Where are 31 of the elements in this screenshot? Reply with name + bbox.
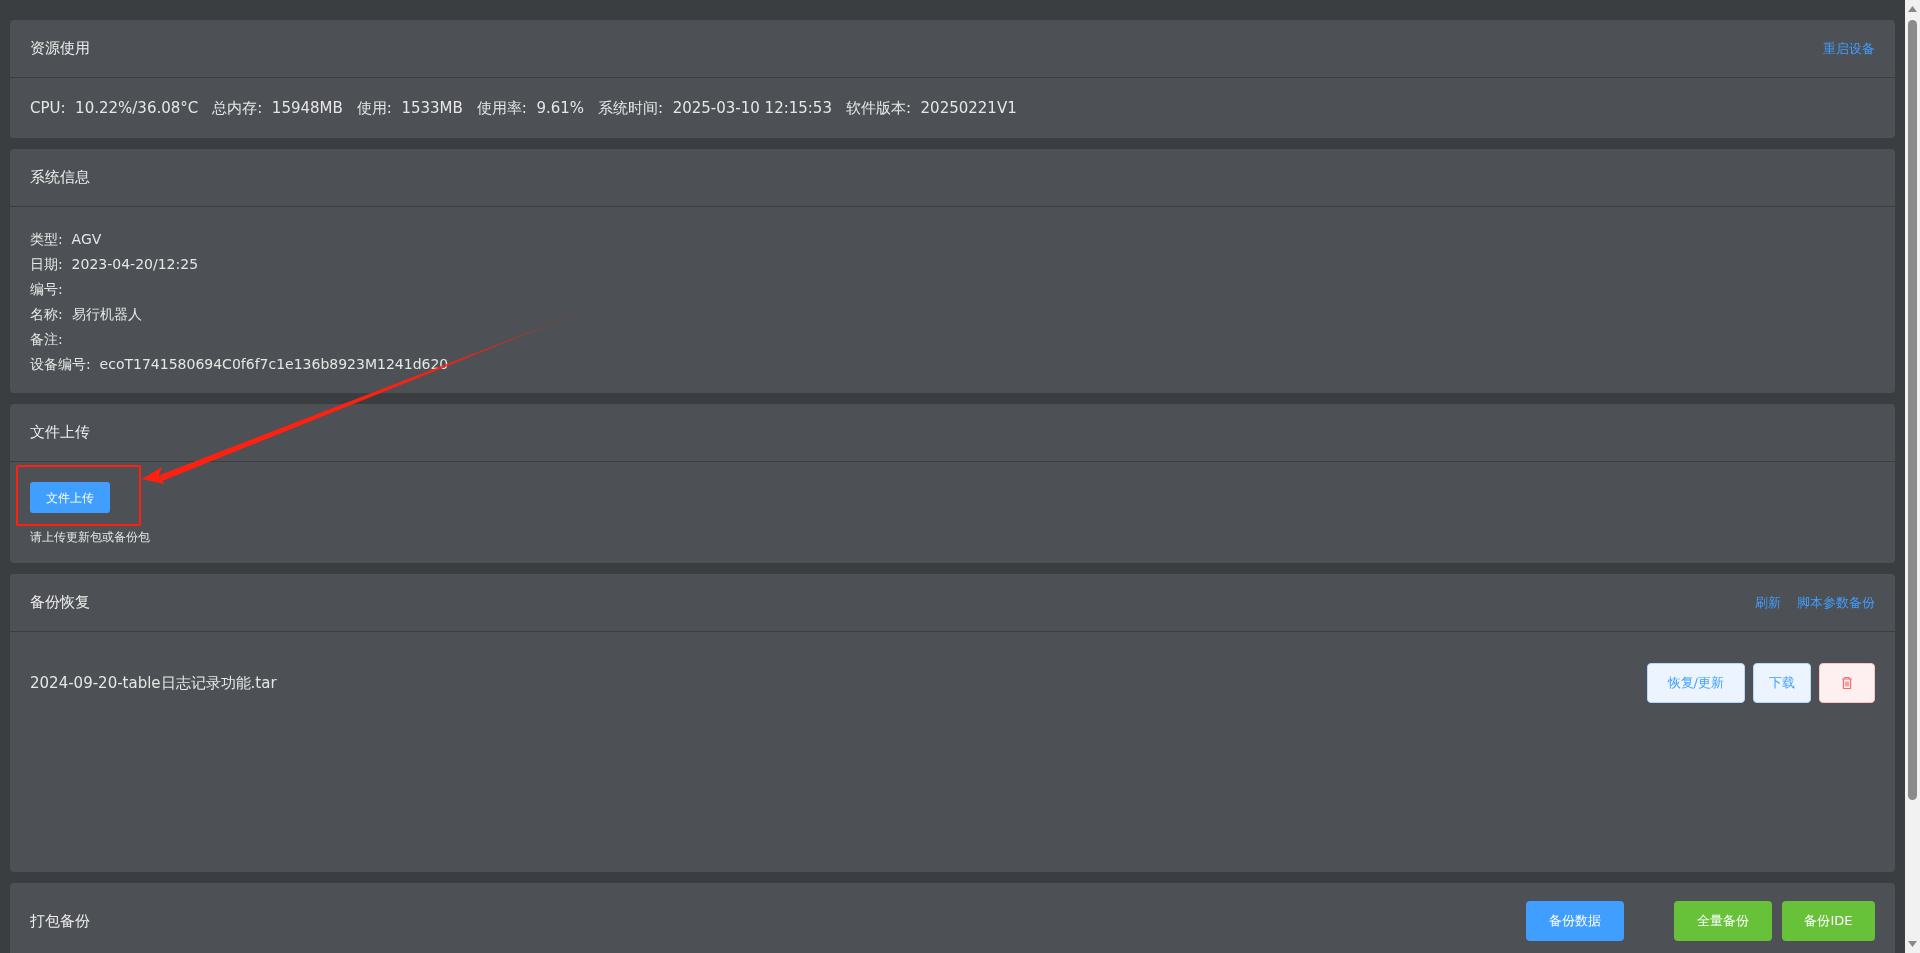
panel-title: 资源使用 — [30, 38, 90, 60]
info-line: 类型: AGV — [30, 230, 103, 249]
stat-text: 使用率: 9.61% — [476, 97, 585, 119]
panel-title: 系统信息 — [30, 167, 90, 189]
backup-button[interactable]: 全量备份 — [1674, 901, 1772, 941]
stat-text: 总内存: 15948MB — [212, 97, 343, 119]
trash-icon — [1841, 676, 1853, 690]
stat-text: CPU: 10.22%/36.08°C — [30, 97, 199, 119]
info-line: 备注: — [30, 330, 64, 349]
hint-text: 请上传更新包或备份包 — [30, 529, 150, 546]
panel-title: 文件上传 — [30, 422, 90, 444]
panel-title: 备份恢复 — [30, 592, 90, 614]
stat-text: 使用: 1533MB — [356, 97, 463, 119]
delete-button[interactable] — [1819, 663, 1875, 703]
download-button[interactable]: 下载 — [1753, 663, 1811, 703]
scrollbar[interactable] — [1905, 0, 1920, 953]
file-name: 2024-09-20-table日志记录功能.tar — [30, 673, 277, 694]
restore-button[interactable]: 恢复/更新 — [1646, 663, 1745, 703]
stat-text: 软件版本: 20250221V1 — [845, 97, 1017, 119]
header-link[interactable]: 脚本参数备份 — [1797, 592, 1875, 613]
info-line: 编号: — [30, 280, 64, 299]
info-line: 设备编号: ecoT1741580694C0f6f7c1e136b8923M1241d620 — [30, 355, 450, 374]
info-line: 名称: 易行机器人 — [30, 305, 143, 324]
backup-button[interactable]: 备份数据 — [1526, 901, 1624, 941]
panel-title: 打包备份 — [30, 910, 90, 932]
upload-button[interactable]: 文件上传 — [30, 482, 110, 513]
backup-button[interactable]: 备份IDE — [1782, 901, 1875, 941]
header-link[interactable]: 刷新 — [1755, 592, 1781, 613]
info-line: 日期: 2023-04-20/12:25 — [30, 255, 200, 274]
restart-link[interactable]: 重启设备 — [1823, 38, 1875, 59]
stat-text: 系统时间: 2025-03-10 12:15:53 — [598, 97, 832, 119]
